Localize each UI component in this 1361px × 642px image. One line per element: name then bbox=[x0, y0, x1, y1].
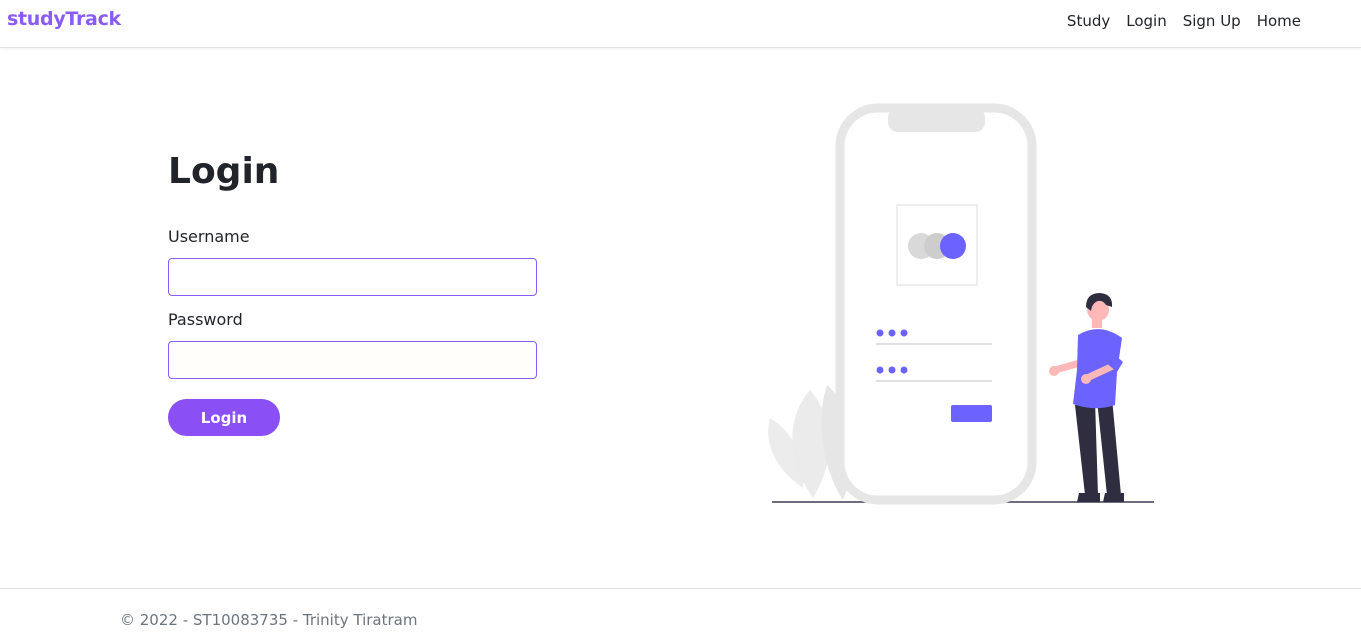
username-label: Username bbox=[168, 227, 250, 246]
nav-link-home[interactable]: Home bbox=[1257, 12, 1301, 30]
nav-link-login[interactable]: Login bbox=[1126, 12, 1166, 30]
phone-side-button bbox=[1030, 200, 1036, 244]
navbar: studyTrack Study Login Sign Up Home bbox=[0, 0, 1361, 48]
brand-logo[interactable]: studyTrack bbox=[7, 8, 121, 30]
person-figure bbox=[1049, 293, 1124, 502]
password-input[interactable] bbox=[168, 341, 537, 379]
phone-login-illustration bbox=[755, 100, 1165, 510]
footer: © 2022 - ST10083735 - Trinity Tiratram bbox=[0, 588, 1361, 642]
nav-link-sign-up[interactable]: Sign Up bbox=[1183, 12, 1241, 30]
login-form: Login Username Password Login bbox=[168, 150, 538, 436]
page-title: Login bbox=[168, 151, 280, 192]
footer-text: © 2022 - ST10083735 - Trinity Tiratram bbox=[120, 611, 418, 629]
password-label: Password bbox=[168, 310, 243, 329]
login-button[interactable]: Login bbox=[168, 399, 280, 436]
nav-links: Study Login Sign Up Home bbox=[1067, 12, 1301, 30]
nav-link-study[interactable]: Study bbox=[1067, 12, 1110, 30]
phone-notch bbox=[888, 108, 985, 132]
illustration-svg bbox=[768, 103, 1154, 505]
phone-outline bbox=[835, 103, 1037, 505]
username-input[interactable] bbox=[168, 258, 537, 296]
phone-submit-button bbox=[951, 405, 992, 422]
